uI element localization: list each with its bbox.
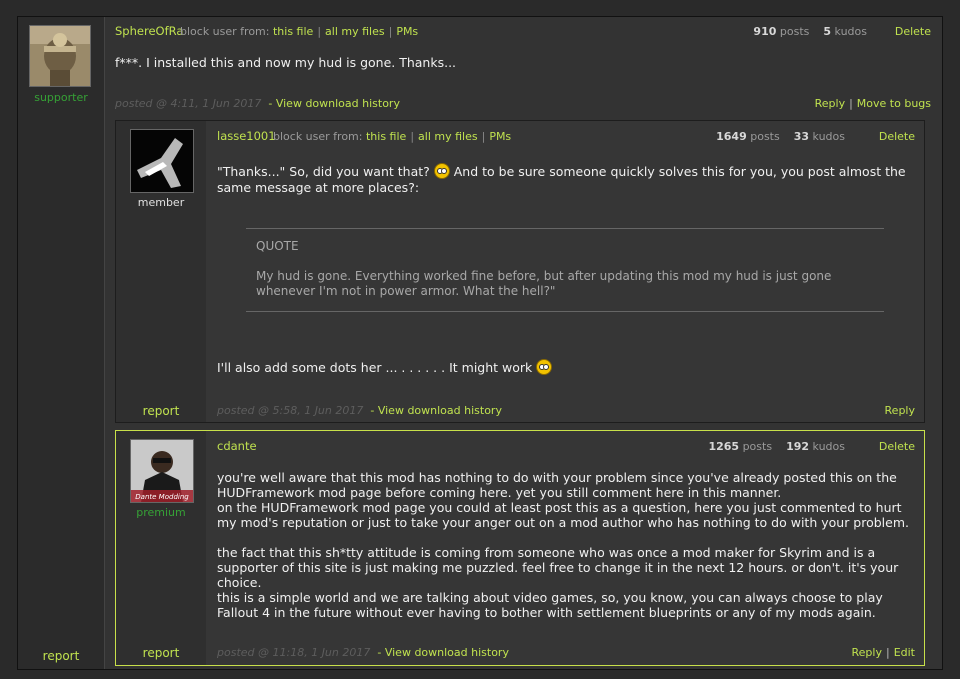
- block-label: block user from:: [273, 130, 363, 143]
- post-actions: Reply: [885, 404, 915, 417]
- user-role: member: [137, 196, 185, 209]
- block-label: block user from:: [180, 25, 270, 38]
- move-to-bugs-button[interactable]: Move to bugs: [857, 97, 931, 110]
- block-this-file-link[interactable]: this file: [366, 130, 406, 143]
- report-link[interactable]: report: [116, 404, 206, 418]
- delete-button[interactable]: Delete: [879, 130, 915, 143]
- main-comment-sidebar: supporter report: [18, 17, 105, 669]
- block-pms-link[interactable]: PMs: [396, 25, 418, 38]
- quote-block: QUOTE My hud is gone. Everything worked …: [246, 228, 884, 312]
- edit-button[interactable]: Edit: [894, 646, 915, 659]
- download-history-link[interactable]: - View download history: [377, 646, 509, 659]
- user-role: premium: [136, 506, 186, 519]
- username-link[interactable]: lasse1001: [217, 129, 276, 143]
- kudos-label: kudos: [834, 25, 867, 38]
- block-this-file-link[interactable]: this file: [273, 25, 313, 38]
- posted-timestamp: posted @ 11:18, 1 Jun 2017: [217, 646, 371, 659]
- comment-body: f***. I installed this and now my hud is…: [115, 55, 457, 70]
- reply-comment: member report lasse1001 block user from:…: [115, 120, 925, 423]
- user-stats: 1649 posts 33 kudos: [716, 130, 845, 143]
- posts-label: posts: [750, 130, 780, 143]
- download-history-link[interactable]: - View download history: [268, 97, 400, 110]
- posts-count: 910: [753, 25, 777, 38]
- avatar-caption: Dante Modding: [135, 493, 189, 501]
- download-history-link[interactable]: - View download history: [370, 404, 502, 417]
- reply-button[interactable]: Reply: [815, 97, 845, 110]
- reply-comment-author: Dante Modding premium report cdante 1265…: [115, 430, 925, 666]
- posted-timestamp: posted @ 4:11, 1 Jun 2017: [115, 97, 262, 110]
- comment-body: "Thanks..." So, did you want that? And t…: [217, 163, 907, 196]
- block-user: block user from: this file | all my files |…: [180, 25, 419, 38]
- body-text-part: "Thanks..." So, did you want that?: [217, 164, 430, 179]
- posts-count: 1265: [708, 440, 740, 453]
- kudos-count: 33: [793, 130, 810, 143]
- username-link[interactable]: SphereOfRa: [115, 24, 183, 38]
- smiley-icon: [536, 359, 553, 375]
- report-link[interactable]: report: [18, 649, 104, 663]
- reply-sidebar: Dante Modding premium report: [116, 431, 206, 665]
- posts-label: posts: [779, 25, 810, 38]
- posted-timestamp: posted @ 5:58, 1 Jun 2017: [217, 404, 364, 417]
- username-link[interactable]: cdante: [217, 439, 257, 453]
- reply-button[interactable]: Reply: [852, 646, 882, 659]
- quote-label: QUOTE: [256, 239, 299, 253]
- smiley-icon: [433, 163, 450, 179]
- kudos-label: kudos: [812, 130, 845, 143]
- user-role: supporter: [34, 91, 88, 104]
- post-footer: posted @ 11:18, 1 Jun 2017 - View downlo…: [217, 646, 509, 659]
- kudos-count: 5: [823, 25, 832, 38]
- block-pms-link[interactable]: PMs: [489, 130, 511, 143]
- avatar[interactable]: [130, 129, 194, 193]
- comment-paragraph-2: the fact that this sh*tty attitude is co…: [217, 545, 899, 590]
- post-actions: Reply | Edit: [851, 646, 916, 659]
- avatar[interactable]: [29, 25, 91, 87]
- comment-body-continued: I'll also add some dots her ... . . . . …: [217, 359, 907, 375]
- delete-button[interactable]: Delete: [879, 440, 915, 453]
- posts-count: 1649: [716, 130, 747, 143]
- block-user: block user from: this file | all my files |…: [273, 130, 512, 143]
- block-all-files-link[interactable]: all my files: [418, 130, 478, 143]
- reply-sidebar: member report: [116, 121, 206, 422]
- user-stats: 1265 posts 192 kudos: [708, 440, 845, 453]
- post-footer: posted @ 5:58, 1 Jun 2017 - View downloa…: [217, 404, 502, 417]
- comment-paragraph-3: this is a simple world and we are talkin…: [217, 590, 883, 620]
- delete-button[interactable]: Delete: [895, 25, 931, 38]
- report-link[interactable]: report: [116, 646, 206, 660]
- main-comment: supporter report SphereOfRa block user f…: [17, 16, 943, 670]
- kudos-count: 192: [786, 440, 810, 453]
- comment-paragraph-1: you're well aware that this mod has noth…: [217, 470, 909, 530]
- kudos-label: kudos: [812, 440, 845, 453]
- quote-text: My hud is gone. Everything worked fine b…: [256, 269, 832, 298]
- posts-label: posts: [742, 440, 773, 453]
- body-text-part: I'll also add some dots her ... . . . . …: [217, 360, 533, 375]
- post-footer: posted @ 4:11, 1 Jun 2017 - View downloa…: [115, 97, 400, 110]
- block-all-files-link[interactable]: all my files: [325, 25, 385, 38]
- reply-button[interactable]: Reply: [885, 404, 915, 417]
- user-stats: 910 posts 5 kudos: [753, 25, 867, 38]
- avatar[interactable]: Dante Modding: [130, 439, 194, 503]
- post-actions: Reply | Move to bugs: [814, 97, 931, 110]
